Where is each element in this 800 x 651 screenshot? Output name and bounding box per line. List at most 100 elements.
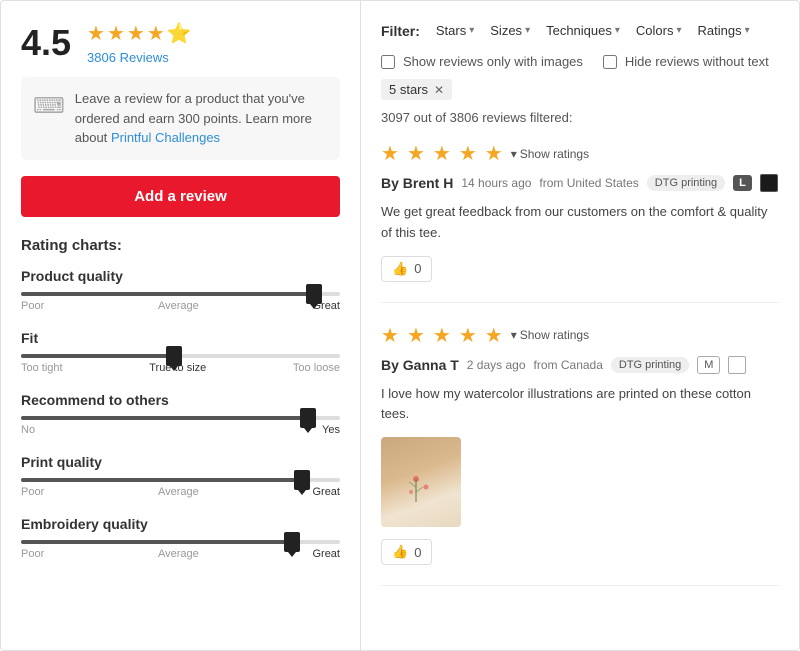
filter-colors-dropdown[interactable]: Colors ▾	[632, 21, 686, 40]
chevron-down-icon: ▾	[511, 328, 517, 342]
star-4: ★	[147, 21, 165, 46]
slider-thumb-embroidery-quality	[284, 532, 300, 552]
slider-fill-recommend	[21, 416, 308, 420]
printful-challenges-link[interactable]: Printful Challenges	[111, 130, 220, 145]
chart-embroidery-quality: Embroidery quality Poor Average Great	[21, 516, 340, 560]
results-count: 3097 out of 3806 reviews filtered:	[381, 110, 779, 125]
review-star-5: ★	[485, 141, 503, 166]
filter-sizes-label: Sizes	[490, 23, 522, 38]
chevron-down-icon: ▾	[511, 147, 517, 161]
big-rating: 4.5	[21, 22, 71, 64]
filter-options: Show reviews only with images Hide revie…	[381, 54, 779, 69]
review-meta-1: By Brent H 14 hours ago from United Stat…	[381, 174, 779, 192]
remove-filter-button[interactable]: ✕	[434, 83, 444, 97]
chart-label-embroidery-quality: Embroidery quality	[21, 516, 340, 532]
review-badge-2: DTG printing	[611, 357, 689, 373]
chart-product-quality: Product quality Poor Average Great	[21, 268, 340, 312]
like-button-2[interactable]: 👍 0	[381, 539, 432, 565]
left-panel: 4.5 ★ ★ ★ ★ ⭐ 3806 Reviews ⌨ Leave a rev…	[1, 1, 361, 650]
review-color-swatch-1	[760, 174, 778, 192]
review-stars-row-1: ★ ★ ★ ★ ★ ▾ Show ratings	[381, 141, 779, 166]
reviews-link[interactable]: 3806 Reviews	[87, 50, 192, 65]
chevron-down-icon: ▾	[615, 25, 620, 36]
review-star-1: ★	[381, 141, 399, 166]
review-text-2: I love how my watercolor illustrations a…	[381, 384, 779, 426]
review-location-2: from Canada	[534, 358, 603, 372]
show-ratings-button-2[interactable]: ▾ Show ratings	[511, 328, 589, 342]
review-stars-row-2: ★ ★ ★ ★ ★ ▾ Show ratings	[381, 323, 779, 348]
review-star-2: ★	[407, 141, 425, 166]
review-star-5: ★	[485, 323, 503, 348]
filter-ratings-dropdown[interactable]: Ratings ▾	[694, 21, 754, 40]
slider-fill-print-quality	[21, 478, 302, 482]
hide-no-text-checkbox-row[interactable]: Hide reviews without text	[603, 54, 769, 69]
review-meta-2: By Ganna T 2 days ago from Canada DTG pr…	[381, 356, 779, 374]
review-text-1: We get great feedback from our customers…	[381, 202, 779, 244]
prompt-text: Leave a review for a product that you've…	[75, 89, 328, 148]
chevron-down-icon: ▾	[525, 25, 530, 36]
slider-thumb-fit	[166, 346, 182, 366]
filter-tag-5stars: 5 stars ✕	[381, 79, 452, 100]
reviewer-name-1: By Brent H	[381, 175, 453, 191]
filter-sizes-dropdown[interactable]: Sizes ▾	[486, 21, 534, 40]
review-star-1: ★	[381, 323, 399, 348]
reviewer-name-2: By Ganna T	[381, 357, 459, 373]
review-star-2: ★	[407, 323, 425, 348]
filter-bar: Filter: Stars ▾ Sizes ▾ Techniques ▾ Col…	[381, 21, 779, 40]
thumbs-up-icon: 👍	[392, 544, 408, 560]
like-count-1: 0	[414, 261, 421, 276]
shirt-thumbnail	[381, 437, 461, 527]
filter-stars-dropdown[interactable]: Stars ▾	[432, 21, 478, 40]
review-time-1: 14 hours ago	[461, 176, 531, 190]
slider-track-embroidery-quality	[21, 540, 340, 544]
filter-stars-label: Stars	[436, 23, 466, 38]
star-2: ★	[107, 21, 125, 46]
review-star-4: ★	[459, 323, 477, 348]
star-3: ★	[127, 21, 145, 46]
slider-track-fit	[21, 354, 340, 358]
filter-label: Filter:	[381, 23, 420, 39]
slider-thumb-recommend	[300, 408, 316, 428]
review-color-swatch-2	[728, 356, 746, 374]
chevron-down-icon: ▾	[469, 25, 474, 36]
stars-row: ★ ★ ★ ★ ⭐	[87, 21, 192, 46]
like-row-1: 👍 0	[381, 256, 779, 282]
add-review-button[interactable]: Add a review	[21, 176, 340, 217]
slider-track-recommend	[21, 416, 340, 420]
rating-header: 4.5 ★ ★ ★ ★ ⭐ 3806 Reviews	[21, 21, 340, 65]
chart-recommend: Recommend to others No Yes	[21, 392, 340, 436]
review-badge-1: DTG printing	[647, 175, 725, 191]
show-images-label: Show reviews only with images	[403, 54, 583, 69]
rating-charts-title: Rating charts:	[21, 237, 340, 254]
review-size-badge-2: M	[697, 356, 720, 374]
review-star-3: ★	[433, 141, 451, 166]
review-star-3: ★	[433, 323, 451, 348]
filter-techniques-dropdown[interactable]: Techniques ▾	[542, 21, 624, 40]
slider-fill-embroidery-quality	[21, 540, 292, 544]
review-card-2: ★ ★ ★ ★ ★ ▾ Show ratings By Ganna T 2 da…	[381, 323, 779, 587]
filter-techniques-label: Techniques	[546, 23, 612, 38]
show-images-checkbox-row[interactable]: Show reviews only with images	[381, 54, 583, 69]
floral-decoration	[381, 437, 461, 527]
review-star-4: ★	[459, 141, 477, 166]
review-prompt: ⌨ Leave a review for a product that you'…	[21, 77, 340, 160]
show-ratings-button-1[interactable]: ▾ Show ratings	[511, 147, 589, 161]
chevron-down-icon: ▾	[745, 25, 750, 36]
hide-no-text-checkbox[interactable]	[603, 55, 617, 69]
filter-tag-label: 5 stars	[389, 82, 428, 97]
filter-ratings-label: Ratings	[698, 23, 742, 38]
star-1: ★	[87, 21, 105, 46]
review-size-badge-1: L	[733, 175, 752, 191]
show-images-checkbox[interactable]	[381, 55, 395, 69]
like-button-1[interactable]: 👍 0	[381, 256, 432, 282]
slider-fill-fit	[21, 354, 174, 358]
right-panel: Filter: Stars ▾ Sizes ▾ Techniques ▾ Col…	[361, 1, 799, 650]
active-filters: 5 stars ✕	[381, 79, 779, 100]
slider-thumb-print-quality	[294, 470, 310, 490]
slider-labels-recommend: No Yes	[21, 424, 340, 436]
filter-colors-label: Colors	[636, 23, 674, 38]
star-5: ⭐	[167, 21, 192, 46]
show-ratings-label-1: Show ratings	[520, 147, 589, 161]
chevron-down-icon: ▾	[676, 25, 681, 36]
chart-label-fit: Fit	[21, 330, 340, 346]
